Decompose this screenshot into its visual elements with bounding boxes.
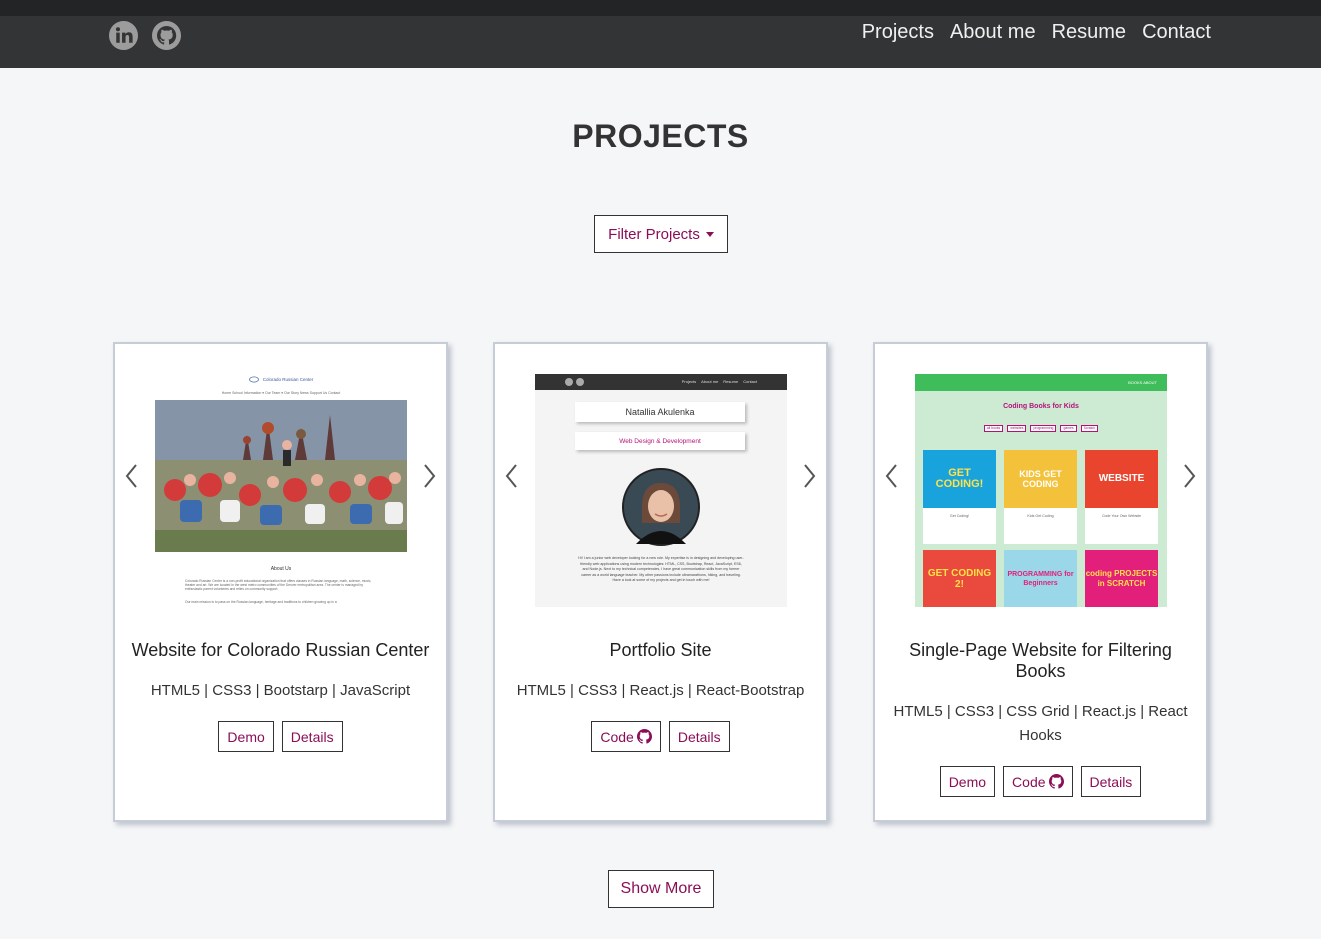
project-screenshot: BOOKS ABOUT Coding Books for Kids all bo… bbox=[915, 374, 1167, 607]
shot-role-box: Web Design & Development bbox=[575, 432, 745, 450]
carousel-prev-icon[interactable] bbox=[503, 462, 521, 490]
book-tile: coding PROJECTS in SCRATCH bbox=[1085, 550, 1158, 607]
linkedin-icon bbox=[565, 378, 573, 386]
shot-name-box: Natallia Akulenka bbox=[575, 402, 745, 422]
shot-about-text: Colorado Russian Center is a non-profit … bbox=[185, 579, 372, 592]
book-caption: Code Your Own Website bbox=[1101, 514, 1142, 518]
details-button[interactable]: Details bbox=[281, 721, 343, 752]
shot-filter-chip: programming bbox=[1030, 425, 1057, 432]
shot-nav-item: About me bbox=[701, 379, 719, 384]
show-more-label: Show More bbox=[620, 880, 702, 897]
project-title: Single-Page Website for Filtering Books bbox=[909, 640, 1172, 681]
project-title: Website for Colorado Russian Center bbox=[131, 640, 430, 660]
shot-nav-item: Contact bbox=[743, 379, 757, 384]
project-tech: HTML5 | CSS3 | CSS Grid | React.js | Rea… bbox=[893, 703, 1188, 744]
carousel-prev-icon[interactable] bbox=[883, 462, 901, 490]
book-cover: coding PROJECTS in SCRATCH bbox=[1085, 568, 1158, 588]
book-caption: Kids Get Coding bbox=[1027, 514, 1054, 518]
github-icon bbox=[636, 729, 652, 744]
github-icon bbox=[1048, 774, 1064, 789]
shot-bio-text: Hi! I am a junior web developer looking … bbox=[578, 556, 744, 582]
nav-link-resume[interactable]: Resume bbox=[1052, 21, 1126, 44]
filter-projects-label: Filter Projects bbox=[608, 225, 700, 243]
shot-profile-photo bbox=[622, 468, 700, 546]
book-cover: GET CODING! bbox=[923, 450, 996, 508]
book-cover: WEBSITE bbox=[1085, 450, 1158, 508]
project-tech: HTML5 | CSS3 | React.js | React-Bootstra… bbox=[516, 682, 805, 699]
nav-link-about[interactable]: About me bbox=[950, 21, 1036, 44]
carousel-prev-icon[interactable] bbox=[123, 462, 141, 490]
shot-books-navbar: BOOKS ABOUT bbox=[915, 374, 1167, 391]
caret-down-icon bbox=[705, 231, 714, 237]
nav-link-projects[interactable]: Projects bbox=[862, 21, 934, 44]
project-buttons: Demo Code Details bbox=[875, 766, 1206, 797]
carousel-next-icon[interactable] bbox=[1180, 462, 1198, 490]
book-tile: WEBSITE Code Your Own Website bbox=[1085, 450, 1158, 544]
shot-mission-text: Our main mission is to pass on the Russi… bbox=[185, 600, 337, 604]
shot-site-menu: Home School Information ▾ Our Team ▾ Our… bbox=[221, 391, 341, 395]
book-tile: GET CODING 2! bbox=[923, 550, 996, 607]
book-tile: KIDS GET CODING Kids Get Coding bbox=[1004, 450, 1077, 544]
social-links bbox=[108, 18, 182, 52]
linkedin-icon[interactable] bbox=[108, 20, 139, 51]
shot-about-heading: About Us bbox=[270, 566, 292, 572]
shot-books-heading: Coding Books for Kids bbox=[1003, 403, 1079, 410]
details-button-label: Details bbox=[1089, 773, 1133, 790]
crc-logo-icon bbox=[248, 376, 259, 383]
book-caption: Get Coding! bbox=[949, 514, 970, 518]
code-button[interactable]: Code bbox=[1003, 766, 1073, 797]
code-button-label: Code bbox=[1012, 773, 1046, 790]
shot-books-nav: BOOKS ABOUT bbox=[1128, 380, 1157, 385]
book-cover: PROGRAMMING for Beginners bbox=[1007, 570, 1074, 587]
project-buttons: Code Details bbox=[495, 721, 826, 752]
project-card-portfolio: Projects About me Resume Contact Natalli… bbox=[493, 342, 828, 822]
details-button[interactable]: Details bbox=[1080, 766, 1142, 797]
code-button[interactable]: Code bbox=[591, 721, 661, 752]
shot-group-photo bbox=[155, 400, 407, 552]
project-card-crc: Colorado Russian Center Home School Info… bbox=[113, 342, 448, 822]
show-more-button[interactable]: Show More bbox=[608, 870, 714, 908]
demo-button[interactable]: Demo bbox=[939, 766, 996, 797]
project-card-books: BOOKS ABOUT Coding Books for Kids all bo… bbox=[873, 342, 1208, 822]
shot-site-title: Colorado Russian Center bbox=[262, 377, 314, 382]
demo-button-label: Demo bbox=[948, 773, 987, 790]
project-title: Portfolio Site bbox=[609, 640, 712, 660]
shot-nav-item: Resume bbox=[723, 379, 739, 384]
project-tech: HTML5 | CSS3 | Bootstarp | JavaScript bbox=[150, 682, 411, 699]
demo-button[interactable]: Demo bbox=[218, 721, 274, 752]
carousel-next-icon[interactable] bbox=[420, 462, 438, 490]
shot-nav-item: Projects bbox=[681, 379, 697, 384]
project-buttons: Demo Details bbox=[115, 721, 446, 752]
book-tile: PROGRAMMING for Beginners bbox=[1004, 550, 1077, 607]
window-top-strip bbox=[0, 0, 1321, 16]
shot-filter-chip: games bbox=[1060, 425, 1077, 432]
details-button-label: Details bbox=[290, 728, 334, 745]
page-title: PROJECTS bbox=[572, 118, 749, 154]
details-button-label: Details bbox=[677, 728, 721, 745]
shot-filter-chip: Scratch bbox=[1080, 425, 1099, 432]
project-screenshot: Colorado Russian Center Home School Info… bbox=[155, 374, 407, 607]
book-tile: GET CODING! Get Coding! bbox=[923, 450, 996, 544]
carousel-next-icon[interactable] bbox=[800, 462, 818, 490]
shot-filter-chips: all books websites programming games Scr… bbox=[915, 425, 1167, 432]
nav-links: Projects About me Resume Contact bbox=[862, 21, 1211, 44]
demo-button-label: Demo bbox=[227, 728, 265, 745]
project-screenshot: Projects About me Resume Contact Natalli… bbox=[535, 374, 787, 607]
navbar: Projects About me Resume Contact bbox=[0, 16, 1321, 68]
book-cover: GET CODING 2! bbox=[927, 567, 992, 590]
shot-filter-chip: all books bbox=[983, 425, 1004, 432]
code-button-label: Code bbox=[600, 728, 634, 745]
github-icon bbox=[576, 378, 584, 386]
shot-navbar: Projects About me Resume Contact bbox=[535, 374, 787, 390]
nav-link-contact[interactable]: Contact bbox=[1142, 21, 1211, 44]
filter-projects-dropdown[interactable]: Filter Projects bbox=[594, 215, 728, 253]
details-button[interactable]: Details bbox=[668, 721, 730, 752]
book-cover: KIDS GET CODING bbox=[1004, 450, 1077, 508]
shot-filter-chip: websites bbox=[1007, 425, 1027, 432]
github-icon[interactable] bbox=[151, 20, 182, 51]
